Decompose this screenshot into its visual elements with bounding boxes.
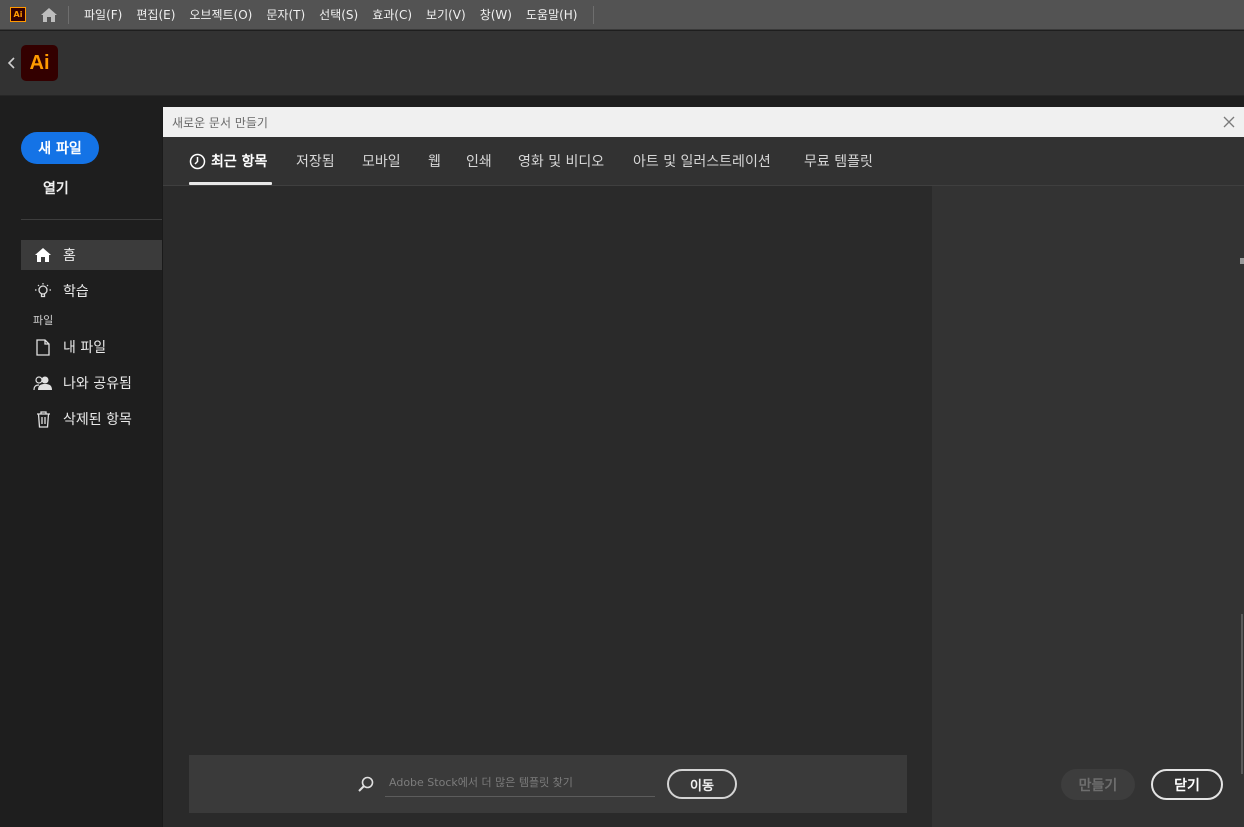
- dialog-title: 새로운 문서 만들기: [172, 116, 268, 130]
- search-icon: [357, 775, 375, 797]
- menu-effect[interactable]: 효과(C): [372, 6, 412, 23]
- stock-search-bar: 이동: [189, 755, 907, 813]
- tab-print[interactable]: 인쇄: [466, 151, 492, 171]
- menu-type[interactable]: 문자(T): [266, 6, 305, 23]
- active-tab-indicator: [189, 182, 272, 185]
- home-icon: [32, 244, 54, 266]
- home-header: Ai: [0, 31, 1244, 96]
- tab-web[interactable]: 웹: [428, 151, 441, 171]
- tab-free-templates[interactable]: 무료 템플릿: [804, 151, 873, 171]
- sidebar: 새 파일 열기 홈 학습 파일 내 파일 나와 공유됨 삭제된 항목: [0, 96, 162, 827]
- sidebar-item-learn[interactable]: 학습: [21, 276, 162, 306]
- illustrator-logo: Ai: [21, 45, 58, 81]
- sidebar-divider: [21, 219, 162, 220]
- trash-icon: [32, 408, 54, 430]
- sidebar-item-home[interactable]: 홈: [21, 240, 162, 270]
- sidebar-item-label: 내 파일: [63, 340, 107, 356]
- tab-film-video[interactable]: 영화 및 비디오: [518, 151, 604, 171]
- menu-separator: [68, 5, 69, 24]
- chevron-left-icon[interactable]: [7, 55, 17, 74]
- go-button[interactable]: 이동: [667, 769, 737, 799]
- sidebar-item-label: 삭제된 항목: [63, 412, 132, 428]
- shared-users-icon: [32, 372, 54, 394]
- close-icon[interactable]: [1221, 114, 1237, 130]
- lightbulb-icon: [32, 280, 54, 302]
- sidebar-item-label: 홈: [63, 248, 76, 264]
- menu-select[interactable]: 선택(S): [319, 6, 358, 23]
- tab-recent[interactable]: 최근 항목: [189, 151, 267, 171]
- tab-art-illustration[interactable]: 아트 및 일러스트레이션: [633, 151, 771, 171]
- menu-bar: Ai 파일(F) 편집(E) 오브젝트(O) 문자(T) 선택(S) 효과(C)…: [0, 0, 1244, 30]
- sidebar-item-deleted[interactable]: 삭제된 항목: [21, 404, 162, 434]
- menu-object[interactable]: 오브젝트(O): [189, 6, 252, 23]
- menu-window[interactable]: 창(W): [480, 6, 512, 23]
- dialog-title-bar: 새로운 문서 만들기: [163, 107, 1244, 137]
- menu-edit[interactable]: 편집(E): [136, 6, 175, 23]
- new-document-dialog: 새로운 문서 만들기 최근 항목 저장됨 모바일 웹 인쇄 영화 및 비디오 아…: [162, 107, 1244, 827]
- open-button[interactable]: 열기: [43, 178, 69, 198]
- panel-edge-marker: [1240, 258, 1244, 264]
- menu-help[interactable]: 도움말(H): [526, 6, 578, 23]
- document-icon: [32, 336, 54, 358]
- sidebar-item-label: 학습: [63, 284, 89, 300]
- scrollbar[interactable]: [1241, 614, 1243, 774]
- files-section-label: 파일: [33, 314, 54, 327]
- clock-icon: [189, 153, 206, 170]
- recent-items-area: [163, 186, 932, 827]
- menu-view[interactable]: 보기(V): [426, 6, 466, 23]
- new-file-button[interactable]: 새 파일: [21, 132, 99, 164]
- menu-file[interactable]: 파일(F): [84, 6, 122, 23]
- sidebar-item-label: 나와 공유됨: [63, 376, 132, 392]
- tab-label: 최근 항목: [211, 154, 268, 170]
- app-icon: Ai: [10, 7, 26, 22]
- close-button[interactable]: 닫기: [1151, 769, 1223, 800]
- stock-search-input[interactable]: [385, 769, 655, 797]
- tab-mobile[interactable]: 모바일: [362, 151, 401, 171]
- home-icon[interactable]: [38, 4, 60, 26]
- sidebar-item-shared[interactable]: 나와 공유됨: [21, 368, 162, 398]
- tab-saved[interactable]: 저장됨: [296, 151, 335, 171]
- preset-tabs: 최근 항목 저장됨 모바일 웹 인쇄 영화 및 비디오 아트 및 일러스트레이션…: [163, 137, 1244, 186]
- create-button[interactable]: 만들기: [1061, 769, 1135, 800]
- sidebar-item-my-files[interactable]: 내 파일: [21, 332, 162, 362]
- menu-separator: [592, 5, 594, 24]
- preset-details-panel: [932, 186, 1244, 827]
